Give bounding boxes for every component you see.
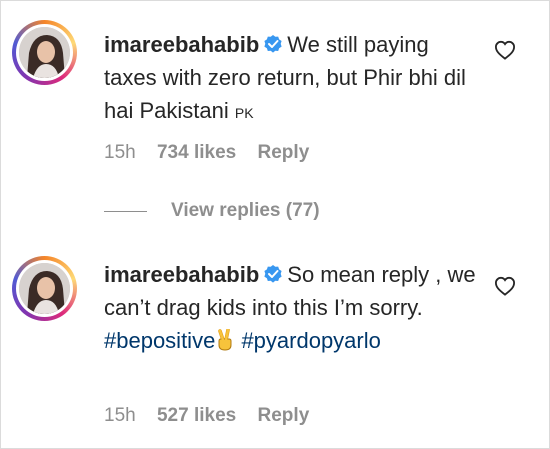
- avatar-photo: [19, 27, 70, 78]
- timestamp: 15h: [104, 405, 136, 426]
- comment-meta: 15h 527 likes Reply: [104, 405, 325, 427]
- view-replies-label: View replies (77): [171, 200, 320, 221]
- heart-icon[interactable]: [494, 40, 516, 60]
- likes-count[interactable]: 527 likes: [157, 405, 236, 426]
- comment-body: imareebahabib So mean reply , we can’t dr…: [104, 258, 484, 357]
- view-replies-button[interactable]: View replies (77): [104, 199, 320, 223]
- avatar[interactable]: [12, 20, 77, 85]
- comment-body: imareebahabib We still paying taxes with …: [104, 28, 484, 130]
- verified-badge-icon: [264, 35, 282, 53]
- heart-icon[interactable]: [494, 276, 516, 296]
- hashtag-pyardopyarlo[interactable]: #pyardopyarlo: [241, 328, 380, 353]
- timestamp: 15h: [104, 142, 136, 163]
- username[interactable]: imareebahabib: [104, 32, 259, 57]
- avatar-photo: [19, 263, 70, 314]
- verified-badge-icon: [264, 265, 282, 283]
- victory-hand-icon: [218, 329, 232, 351]
- comment-meta: 15h 734 likes Reply: [104, 142, 325, 164]
- flag-pk: PK: [234, 105, 254, 121]
- reply-button[interactable]: Reply: [258, 405, 310, 426]
- hashtag-bepositive[interactable]: #bepositive: [104, 328, 215, 353]
- likes-count[interactable]: 734 likes: [157, 142, 236, 163]
- replies-divider: [104, 210, 147, 212]
- reply-button[interactable]: Reply: [258, 142, 310, 163]
- avatar[interactable]: [12, 256, 77, 321]
- username[interactable]: imareebahabib: [104, 262, 259, 287]
